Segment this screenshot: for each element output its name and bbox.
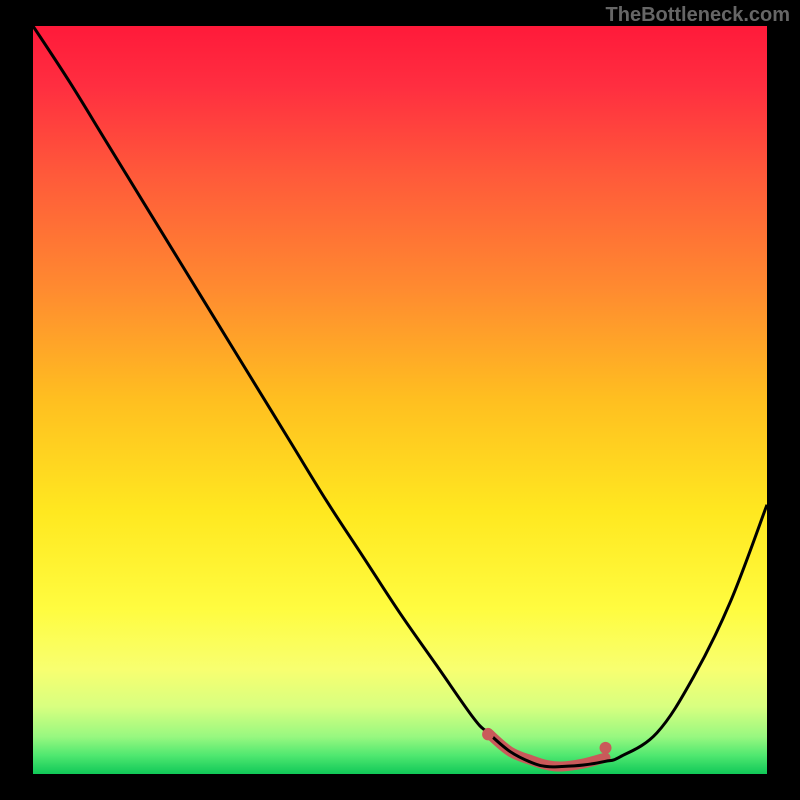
chart-marker: [482, 728, 494, 740]
chart-plot-area: [33, 26, 767, 774]
watermark-text: TheBottleneck.com: [606, 4, 790, 27]
chart-marker: [600, 742, 612, 754]
chart-curve: [33, 26, 767, 767]
chart-curve-layer: [33, 26, 767, 774]
